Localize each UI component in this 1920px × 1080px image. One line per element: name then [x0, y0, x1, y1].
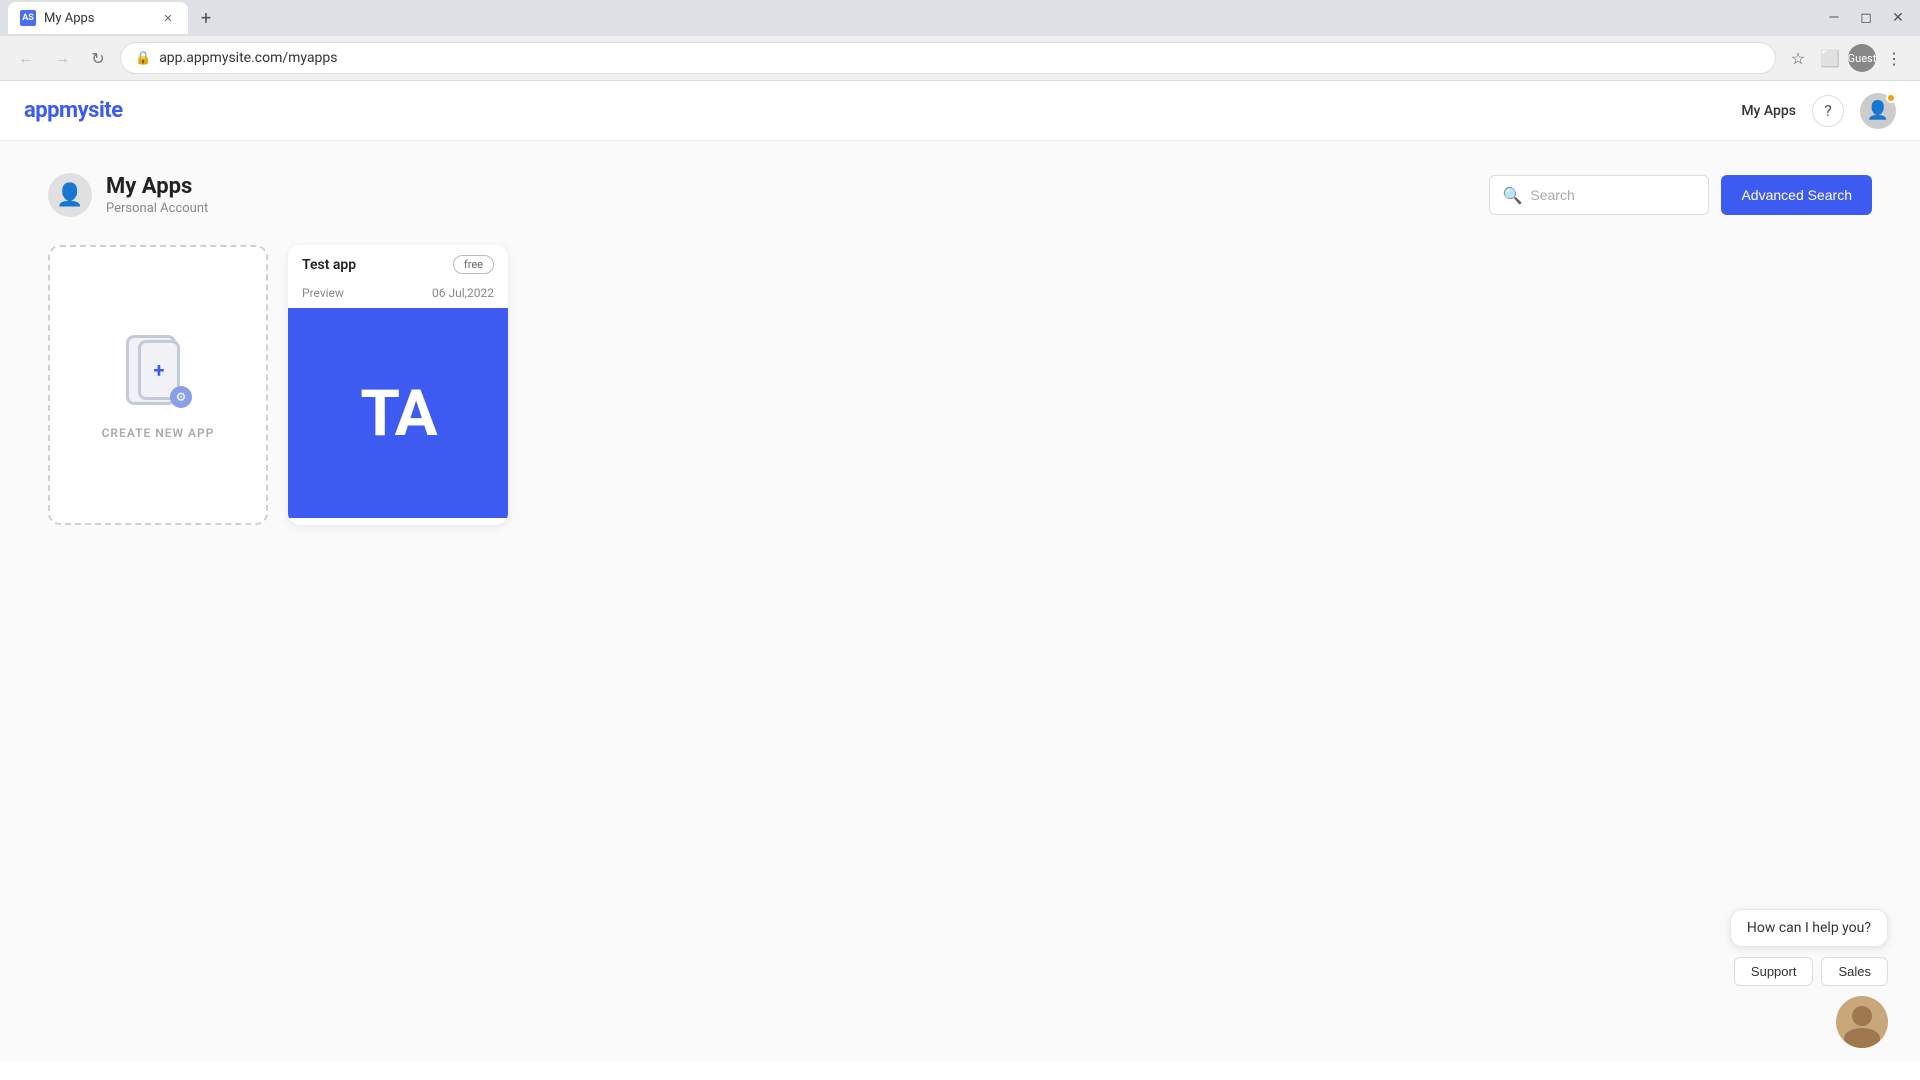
tab-title: My Apps — [44, 11, 95, 26]
chat-widget: How can I help you? Support Sales — [1730, 909, 1888, 1048]
search-input[interactable] — [1530, 187, 1711, 203]
create-new-app-card[interactable]: + ⚙ CREATE NEW APP — [48, 245, 268, 525]
create-label: CREATE NEW APP — [102, 426, 215, 440]
chat-avatar[interactable] — [1836, 996, 1888, 1048]
forward-button[interactable]: → — [48, 44, 76, 72]
my-apps-nav-link[interactable]: My Apps — [1741, 103, 1796, 119]
apps-grid: + ⚙ CREATE NEW APP Test app free Preview… — [48, 245, 1872, 525]
user-avatar[interactable]: 👤 — [1860, 93, 1896, 129]
header-right: My Apps ? 👤 — [1741, 93, 1896, 129]
page-subtitle: Personal Account — [106, 201, 208, 216]
chat-bubble: How can I help you? — [1730, 909, 1888, 947]
close-window-button[interactable]: ✕ — [1884, 4, 1912, 32]
help-icon[interactable]: ? — [1812, 95, 1844, 127]
address-bar-row: ← → ↻ 🔒 app.appmysite.com/myapps ☆ ⬜ Gue… — [0, 36, 1920, 80]
lock-icon: 🔒 — [135, 51, 151, 66]
search-area: 🔍 Advanced Search — [1489, 175, 1872, 215]
settings-circle: ⚙ — [170, 386, 192, 408]
free-badge: free — [453, 255, 494, 274]
app-date: 06 Jul,2022 — [432, 286, 494, 300]
user-avatar-icon: 👤 — [1867, 100, 1889, 121]
extension-icon[interactable]: ⬜ — [1816, 44, 1844, 72]
menu-icon[interactable]: ⋮ — [1880, 44, 1908, 72]
url-text: app.appmysite.com/myapps — [159, 50, 337, 66]
maximize-button[interactable]: ◻ — [1852, 4, 1880, 32]
tab-favicon: AS — [20, 10, 36, 26]
search-icon: 🔍 — [1502, 186, 1522, 205]
back-button[interactable]: ← — [12, 44, 40, 72]
browser-chrome: AS My Apps ✕ + — ◻ ✕ ← → ↻ 🔒 app.appmysi… — [0, 0, 1920, 81]
app-card-header: Test app free — [288, 245, 508, 284]
active-tab[interactable]: AS My Apps ✕ — [8, 2, 188, 34]
tab-bar: AS My Apps ✕ + — ◻ ✕ — [0, 0, 1920, 36]
toolbar-icons: ☆ ⬜ Guest ⋮ — [1784, 44, 1908, 72]
app-card[interactable]: Test app free Preview 06 Jul,2022 TA — [288, 245, 508, 525]
tab-close-button[interactable]: ✕ — [160, 10, 176, 26]
notification-dot — [1886, 93, 1896, 103]
reload-button[interactable]: ↻ — [84, 44, 112, 72]
account-avatar-icon: 👤 — [56, 183, 83, 208]
address-bar[interactable]: 🔒 app.appmysite.com/myapps — [120, 42, 1776, 74]
app-status: Preview — [302, 286, 344, 300]
chrome-profile-button[interactable]: Guest — [1848, 44, 1876, 72]
app-header: appmysite My Apps ? 👤 — [0, 81, 1920, 141]
account-avatar: 👤 — [48, 173, 92, 217]
search-box[interactable]: 🔍 — [1489, 175, 1709, 215]
bookmark-icon[interactable]: ☆ — [1784, 44, 1812, 72]
page-title-section: 👤 My Apps Personal Account — [48, 173, 208, 217]
page-title: My Apps — [106, 174, 208, 199]
chat-buttons: Support Sales — [1734, 957, 1888, 986]
support-button[interactable]: Support — [1734, 957, 1814, 986]
page-header: 👤 My Apps Personal Account 🔍 Advanced Se… — [48, 173, 1872, 217]
app-card-preview: TA — [288, 308, 508, 518]
main-content: 👤 My Apps Personal Account 🔍 Advanced Se… — [0, 141, 1920, 1061]
create-icon-area: + ⚙ — [118, 330, 198, 410]
logo[interactable]: appmysite — [24, 98, 123, 123]
app-initials: TA — [360, 376, 435, 451]
app-card-name: Test app — [302, 257, 356, 273]
sales-button[interactable]: Sales — [1821, 957, 1888, 986]
app-card-meta: Preview 06 Jul,2022 — [288, 284, 508, 308]
window-controls: — ◻ ✕ — [1820, 4, 1912, 32]
advanced-search-button[interactable]: Advanced Search — [1721, 175, 1872, 215]
title-text-group: My Apps Personal Account — [106, 174, 208, 216]
minimize-button[interactable]: — — [1820, 4, 1848, 32]
new-tab-button[interactable]: + — [192, 4, 220, 32]
